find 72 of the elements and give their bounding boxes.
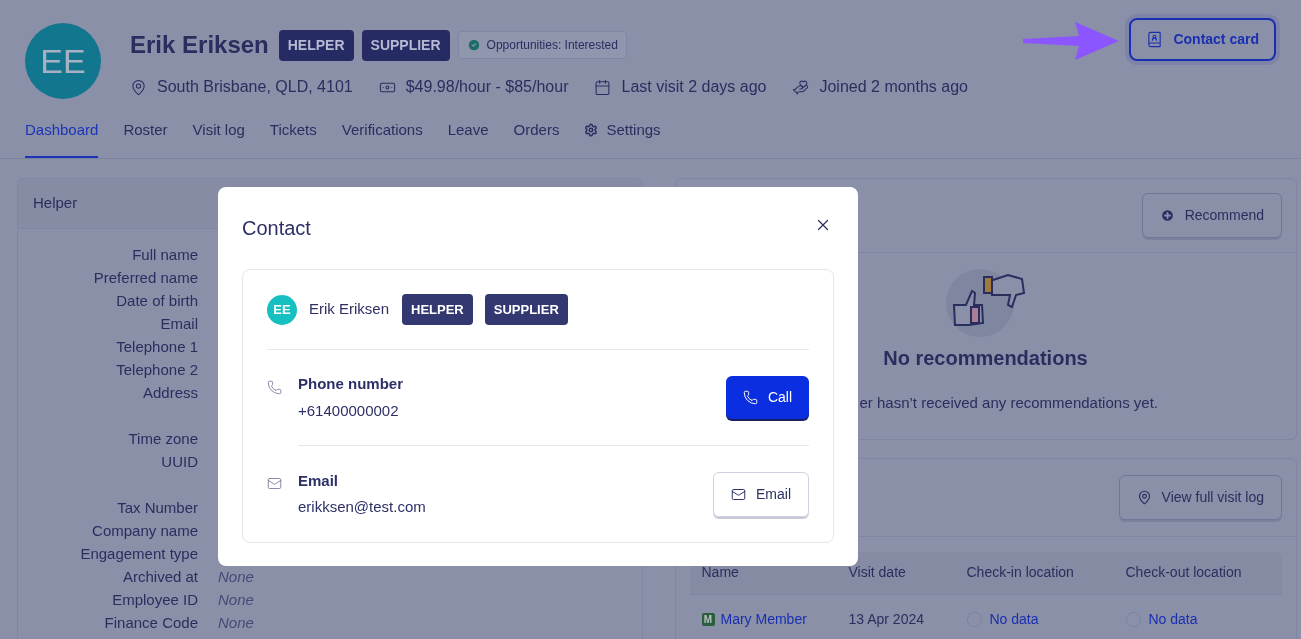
- field-label: UUID: [160, 451, 198, 472]
- profile-meta: Joined 2 months ago: [819, 77, 968, 97]
- contact-label: Phone number: [298, 374, 403, 394]
- contact-value: erikksen@test.com: [298, 497, 426, 517]
- nav-tab[interactable]: Visit log: [192, 115, 245, 158]
- profile-meta: $49.98/hour - $85/hour: [405, 77, 569, 97]
- field-value: None: [218, 589, 254, 610]
- role-badge: SUPPLIER: [361, 29, 450, 61]
- empty-title: No recommendations: [883, 345, 1088, 371]
- address-book-icon: [1146, 31, 1164, 48]
- view-visit-log-button[interactable]: View full visit log: [1118, 474, 1282, 520]
- field-label: Email: [159, 313, 198, 334]
- location-link[interactable]: No data: [989, 609, 1039, 630]
- nav-tab[interactable]: Verifications: [341, 115, 423, 158]
- field-value: None: [218, 612, 254, 633]
- field-label: Tax Number: [116, 497, 198, 518]
- calendar-icon: [594, 78, 612, 96]
- plus-circle-icon: [1159, 207, 1175, 223]
- recommend-button[interactable]: Recommend: [1141, 192, 1282, 238]
- call-button[interactable]: Call: [725, 376, 809, 419]
- empty-text: er hasn’t received any recommendations yet.: [859, 392, 1159, 413]
- field-value: None: [218, 566, 254, 587]
- contact-label: Email: [298, 470, 340, 491]
- field-label: Address: [141, 382, 198, 403]
- column-header: Check-in location: [966, 563, 1075, 582]
- avatar: EE: [267, 294, 297, 325]
- table-cell-text: 13 Apr 2024: [848, 610, 925, 629]
- status-badge: Opportunities: Interested: [457, 31, 627, 59]
- check-circle-icon: [466, 38, 481, 52]
- contact-value: +61400000002: [298, 400, 400, 421]
- map-pin-icon: [130, 78, 147, 96]
- avatar: EE: [25, 23, 101, 99]
- settings-icon: [584, 123, 599, 138]
- phone-icon: [267, 380, 282, 395]
- column-header: Check-out location: [1125, 563, 1243, 582]
- nav-tab[interactable]: Leave: [447, 115, 489, 158]
- map-pin-icon: [1136, 489, 1152, 505]
- mail-icon: [267, 476, 282, 491]
- role-badge: HELPER: [402, 293, 473, 326]
- column-header: Name: [701, 563, 740, 582]
- column-header: Visit date: [848, 563, 907, 582]
- modal-title: Contact: [242, 216, 311, 241]
- profile-meta: South Brisbane, QLD, 4101: [157, 77, 353, 97]
- profile-name: Erik Eriksen: [130, 30, 269, 60]
- field-label: Telephone 2: [115, 359, 198, 380]
- profile-meta: Last visit 2 days ago: [621, 77, 767, 97]
- field-label: Full name: [131, 244, 198, 265]
- person-name: Erik Eriksen: [309, 299, 390, 320]
- field-label: Preferred name: [92, 267, 198, 288]
- nav-tab[interactable]: Dashboard: [25, 115, 99, 158]
- role-badge: HELPER: [278, 29, 354, 61]
- field-label: Finance Code: [103, 612, 198, 633]
- hand-heart-icon: [792, 78, 810, 96]
- phone-icon: [742, 390, 758, 405]
- member-link[interactable]: Mary Member: [720, 609, 807, 630]
- nav-tab[interactable]: Roster: [123, 115, 168, 158]
- field-label: Time zone: [127, 428, 198, 449]
- field-label: Archived at: [121, 566, 198, 587]
- mail-icon: [731, 486, 746, 502]
- field-label: Company name: [91, 520, 198, 541]
- location-link[interactable]: No data: [1148, 609, 1198, 630]
- field-label: Telephone 1: [115, 336, 198, 357]
- nav-tab[interactable]: Orders: [513, 115, 560, 158]
- nav-tab[interactable]: Settings: [584, 115, 661, 158]
- panel-title: Helper: [33, 192, 78, 213]
- role-badge: SUPPLIER: [484, 293, 568, 326]
- member-badge: M: [701, 613, 715, 626]
- field-label: Engagement type: [79, 543, 198, 564]
- nav-tab[interactable]: Tickets: [269, 115, 317, 158]
- field-label: Employee ID: [111, 589, 198, 610]
- email-button[interactable]: Email: [713, 471, 809, 517]
- field-label: Date of birth: [115, 290, 198, 311]
